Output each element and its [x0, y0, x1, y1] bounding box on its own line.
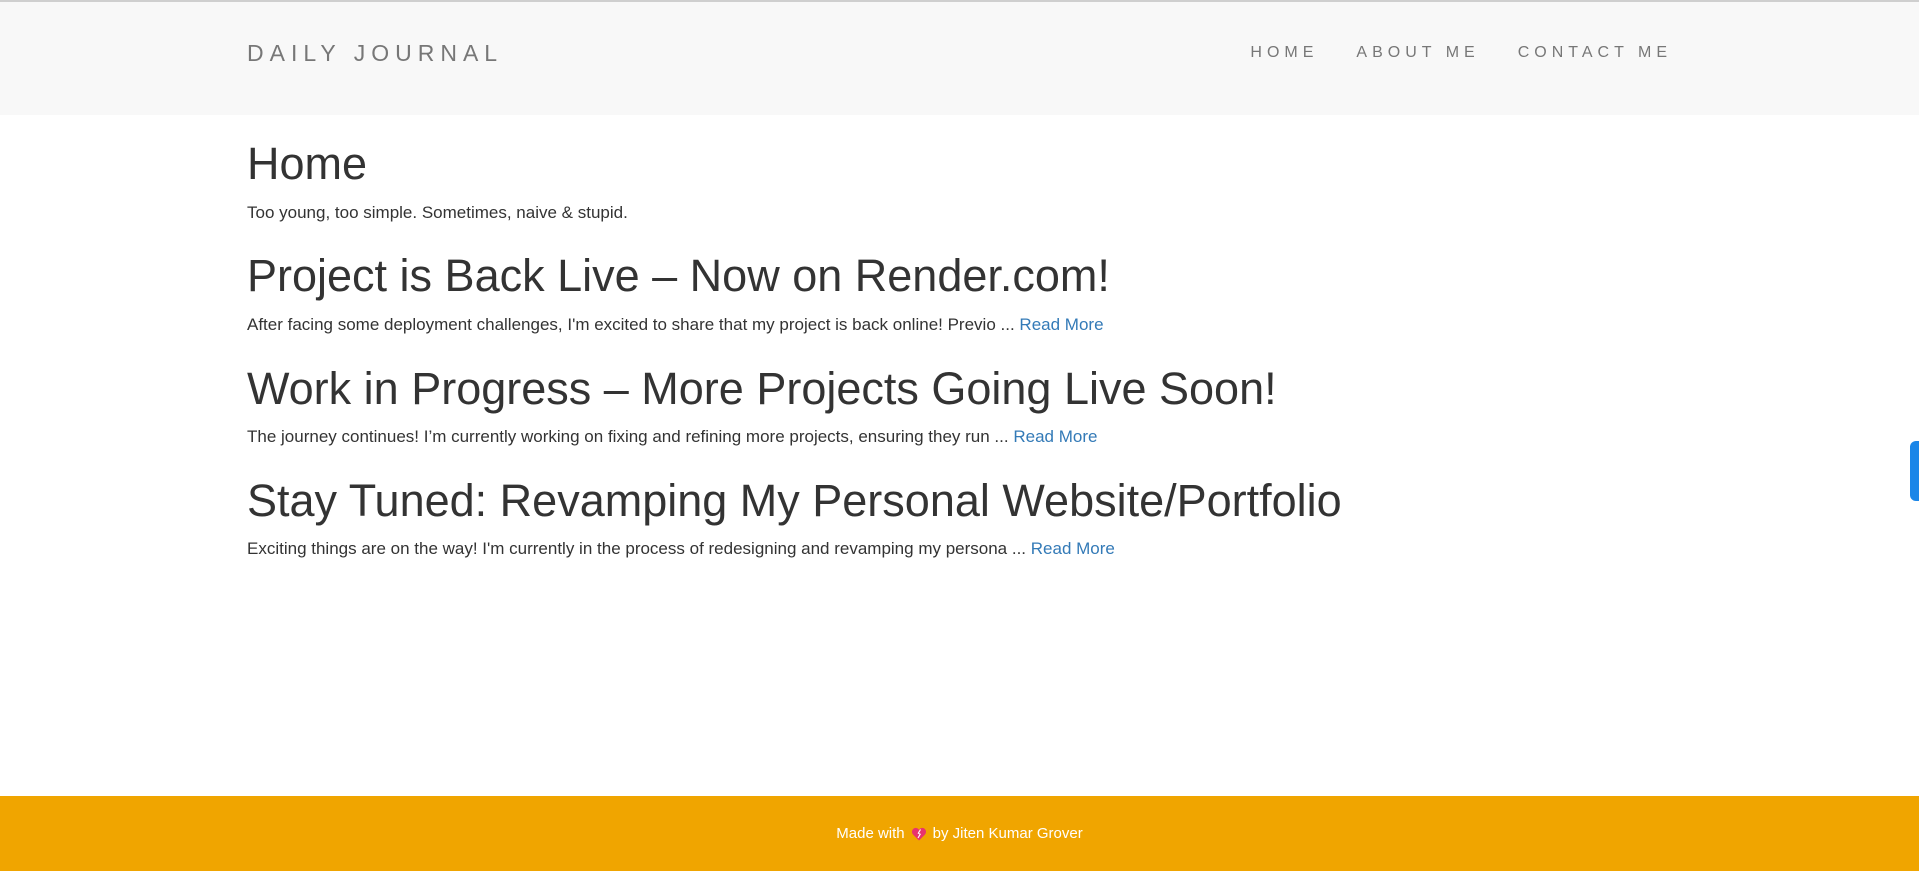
post-title: Stay Tuned: Revamping My Personal Websit…	[247, 474, 1342, 526]
page-title: Home	[247, 138, 368, 189]
brand-logo[interactable]: DAILY JOURNAL	[247, 40, 503, 67]
post-excerpt: Exciting things are on the way! I'm curr…	[247, 537, 1672, 561]
post-item: Work in Progress – More Projects Going L…	[247, 364, 1672, 449]
page-tagline: Too young, too simple. Sometimes, naive …	[247, 202, 628, 222]
footer: Made with by Jiten Kumar Grover	[0, 796, 1919, 871]
nav-menu: HOME ABOUT ME CONTACT ME	[1250, 44, 1672, 62]
post-item: Stay Tuned: Revamping My Personal Websit…	[247, 476, 1672, 561]
nav-contact-link[interactable]: CONTACT ME	[1518, 44, 1672, 62]
post-excerpt-text: Exciting things are on the way! I'm curr…	[247, 539, 1027, 559]
side-feedback-tab[interactable]	[1910, 441, 1919, 501]
post-excerpt: After facing some deployment challenges,…	[247, 313, 1672, 337]
footer-author-text: by Jiten Kumar Grover	[932, 825, 1083, 842]
post-item: Project is Back Live – Now on Render.com…	[247, 251, 1672, 336]
nav-about-link[interactable]: ABOUT ME	[1356, 44, 1479, 62]
heart-icon	[911, 826, 927, 842]
nav-home-link[interactable]: HOME	[1250, 44, 1318, 62]
read-more-link[interactable]: Read More	[1019, 315, 1103, 334]
footer-prefix-text: Made with	[836, 825, 905, 842]
main-content: Home Too young, too simple. Sometimes, n…	[247, 115, 1672, 561]
post-title: Work in Progress – More Projects Going L…	[247, 362, 1277, 414]
post-excerpt-text: The journey continues! I’m currently wor…	[247, 427, 1009, 447]
post-excerpt: The journey continues! I’m currently wor…	[247, 425, 1672, 449]
navbar: DAILY JOURNAL HOME ABOUT ME CONTACT ME	[0, 2, 1919, 115]
post-excerpt-text: After facing some deployment challenges,…	[247, 314, 1015, 334]
read-more-link[interactable]: Read More	[1031, 539, 1115, 558]
read-more-link[interactable]: Read More	[1013, 427, 1097, 446]
post-title: Project is Back Live – Now on Render.com…	[247, 250, 1110, 302]
